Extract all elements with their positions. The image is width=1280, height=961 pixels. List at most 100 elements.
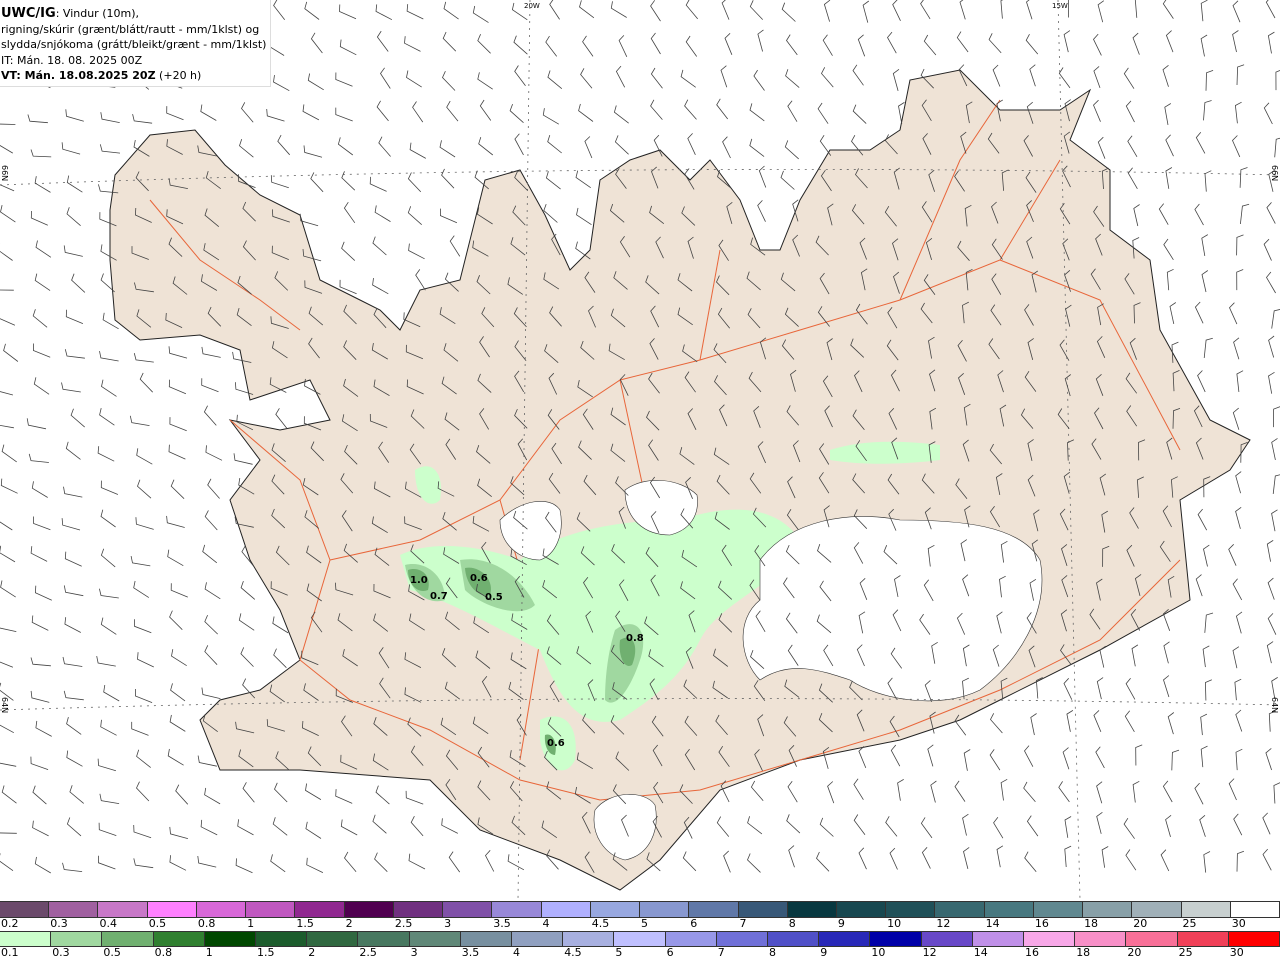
colorbar-swatch bbox=[1177, 932, 1229, 946]
colorbar-label: 2.5 bbox=[359, 946, 377, 959]
colorbar-label: 2.5 bbox=[394, 917, 413, 930]
lon-label-20w: 20W bbox=[524, 2, 540, 10]
precip-label: 0.8 bbox=[626, 633, 644, 644]
colorbar-label: 6 bbox=[666, 946, 674, 959]
colorbar-swatch bbox=[590, 902, 641, 917]
lead-time: (+20 h) bbox=[155, 69, 202, 82]
colorbar-swatch bbox=[1132, 902, 1182, 917]
colorbar-label: 16 bbox=[1034, 917, 1049, 930]
colorbar-swatch bbox=[409, 932, 461, 946]
colorbar-label: 5 bbox=[615, 946, 623, 959]
colorbar-label: 8 bbox=[769, 946, 776, 959]
colorbar-label: 9 bbox=[837, 917, 845, 930]
colorbar-label: 0.1 bbox=[1, 946, 19, 959]
title-line2: rigning/skúrir (grænt/blátt/rautt - mm/1… bbox=[1, 22, 260, 36]
lon-label-15w: 15W bbox=[1052, 2, 1068, 10]
colorbar-label: 3.5 bbox=[461, 946, 480, 959]
colorbar-label: 3 bbox=[410, 946, 418, 959]
colorbar-label: 12 bbox=[922, 946, 937, 959]
colorbar-swatch bbox=[1024, 932, 1076, 946]
colorbar-swatch bbox=[256, 932, 308, 946]
colorbar-label: 4.5 bbox=[591, 917, 610, 930]
lat-label-66n-right: 66N bbox=[1270, 165, 1279, 181]
colorbar-swatch bbox=[972, 932, 1025, 946]
colorbar-swatch bbox=[1228, 932, 1280, 946]
colorbar-swatch bbox=[0, 902, 50, 917]
colorbar-label: 4 bbox=[542, 917, 550, 930]
colorbar-label: 0.8 bbox=[197, 917, 216, 930]
colorbar-label: 30 bbox=[1231, 917, 1246, 930]
valid-time: VT: Mán. 18.08.2025 20Z bbox=[1, 69, 156, 82]
colorbar-swatch bbox=[614, 932, 666, 946]
colorbar-swatch bbox=[102, 932, 154, 946]
colorbar-label: 10 bbox=[887, 917, 902, 930]
colorbar-label: 30 bbox=[1229, 946, 1244, 959]
colorbar-swatch bbox=[935, 902, 985, 917]
colorbar-label: 2 bbox=[345, 917, 353, 930]
colorbar-swatch bbox=[492, 902, 542, 917]
colorbar-label: 2 bbox=[308, 946, 316, 959]
colorbar-swatch bbox=[1181, 902, 1231, 917]
colorbar-label: 0.8 bbox=[154, 946, 173, 959]
colorbar-label: 0.5 bbox=[148, 917, 167, 930]
initial-time: IT: Mán. 18. 08. 2025 00Z bbox=[1, 53, 143, 67]
precip-label: 0.6 bbox=[470, 573, 488, 584]
colorbar-label: 7 bbox=[717, 946, 725, 959]
colorbar-swatch bbox=[541, 902, 591, 917]
colorbar-label: 18 bbox=[1084, 917, 1099, 930]
colorbar-label: 12 bbox=[936, 917, 951, 930]
colorbar-swatch bbox=[196, 902, 247, 917]
colorbar-label: 5 bbox=[641, 917, 648, 930]
colorbar-swatch bbox=[1230, 902, 1280, 917]
colorbar-swatch bbox=[870, 932, 922, 946]
colorbar-swatch bbox=[307, 932, 359, 946]
lat-label-64n-left: 64N bbox=[0, 697, 9, 713]
colorbar-label: 0.4 bbox=[99, 917, 117, 930]
colorbar-swatch bbox=[0, 932, 52, 946]
colorbar-swatch bbox=[98, 902, 148, 917]
map-info-box: UWC/IG: Vindur (10m), rigning/skúrir (gr… bbox=[0, 0, 272, 87]
colorbar-label: 4.5 bbox=[564, 946, 582, 959]
colorbar-swatch bbox=[1075, 932, 1127, 946]
colorbar-swatch bbox=[984, 902, 1034, 917]
colorbar-swatch bbox=[147, 902, 197, 917]
colorbar-swatch bbox=[246, 902, 296, 917]
colorbar-label: 0.2 bbox=[1, 917, 19, 930]
title-line1: : Vindur (10m), bbox=[55, 7, 139, 20]
colorbar-label: 16 bbox=[1025, 946, 1039, 959]
colorbar-swatch bbox=[358, 932, 410, 946]
rain-colorbar bbox=[0, 931, 1280, 947]
colorbar-swatch bbox=[716, 932, 769, 946]
lat-label-64n-right: 64N bbox=[1270, 697, 1279, 713]
colorbar-swatch bbox=[443, 902, 493, 917]
colorbar-swatch bbox=[640, 902, 690, 917]
colorbar-label: 9 bbox=[820, 946, 828, 959]
colorbar-label: 20 bbox=[1127, 946, 1142, 959]
colorbar-swatch bbox=[51, 932, 103, 946]
product-name: UWC/IG bbox=[1, 6, 56, 21]
colorbar-label: 25 bbox=[1182, 917, 1197, 930]
colorbar-swatch bbox=[1083, 902, 1133, 917]
weather-map: 20W 15W 66N 66N 64N 64N 1.0 0.7 0.6 0.5 … bbox=[0, 0, 1280, 900]
colorbar-swatch bbox=[1126, 932, 1178, 946]
colorbar-swatch bbox=[689, 902, 739, 917]
colorbar-swatch bbox=[204, 932, 257, 946]
snow-colorbar-labels: 0.2 0.3 0.4 0.5 0.8 1 1.5 2 2.5 3 3.5 4 4.5 5 6 7 8 9 10 12… bbox=[0, 917, 1280, 932]
colorbar-swatch bbox=[153, 932, 205, 946]
colorbar-swatch bbox=[768, 932, 820, 946]
colorbar-label: 0.3 bbox=[50, 917, 68, 930]
colorbar-swatch bbox=[921, 932, 973, 946]
precip-label: 0.5 bbox=[485, 592, 503, 603]
colorbar-label: 18 bbox=[1076, 946, 1091, 959]
colorbar-swatch bbox=[563, 932, 615, 946]
colorbar-label: 4 bbox=[513, 946, 520, 959]
colorbar-label: 1.5 bbox=[296, 917, 314, 930]
colorbar-label: 1.5 bbox=[257, 946, 275, 959]
colorbar-swatch bbox=[344, 902, 394, 917]
colorbar-swatch bbox=[738, 902, 788, 917]
colorbar-label: 6 bbox=[690, 917, 698, 930]
colorbar-label: 25 bbox=[1178, 946, 1193, 959]
colorbar-label: 0.5 bbox=[103, 946, 121, 959]
precip-label: 0.7 bbox=[430, 591, 448, 602]
colorbar-swatch bbox=[512, 932, 564, 946]
